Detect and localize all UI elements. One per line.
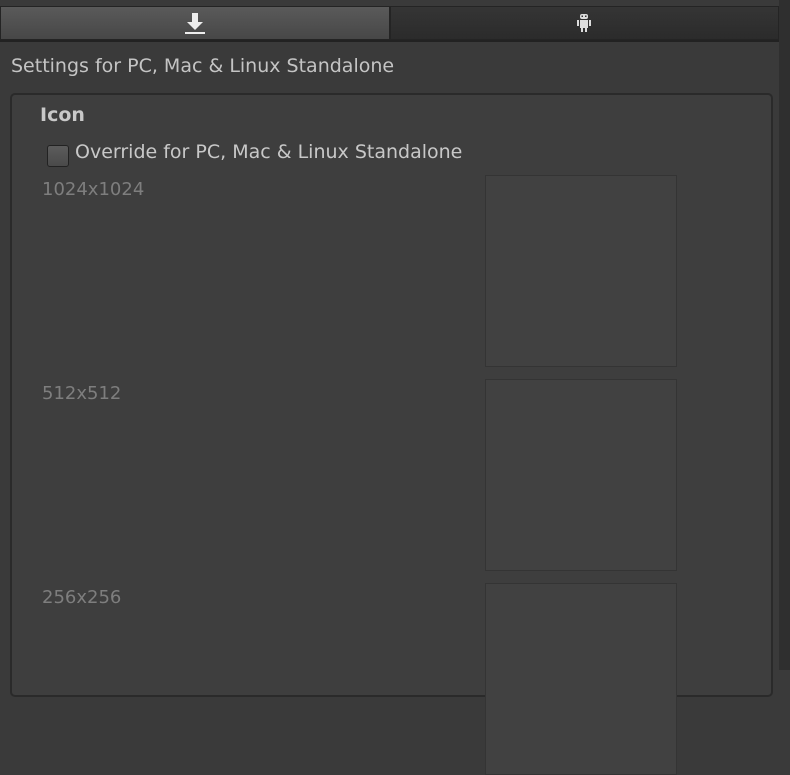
icon-size-label: 512x512	[42, 383, 122, 404]
override-checkbox[interactable]	[47, 145, 69, 167]
icon-section: Icon Override for PC, Mac & Linux Standa…	[10, 93, 773, 775]
android-icon	[577, 14, 592, 32]
tab-standalone[interactable]	[0, 6, 390, 40]
icon-size-label: 1024x1024	[42, 179, 145, 200]
icon-heading: Icon	[40, 104, 85, 126]
icon-slot-512[interactable]	[485, 379, 677, 571]
settings-title: Settings for PC, Mac & Linux Standalone	[11, 55, 395, 77]
tab-android[interactable]	[389, 6, 779, 40]
icon-slot-256[interactable]	[485, 583, 677, 775]
download-icon	[184, 13, 205, 34]
icon-slot-1024[interactable]	[485, 175, 677, 367]
platform-tabs	[0, 6, 779, 42]
icon-size-label: 256x256	[42, 587, 122, 608]
scrollbar-track	[779, 0, 790, 670]
override-label[interactable]: Override for PC, Mac & Linux Standalone	[75, 141, 462, 163]
